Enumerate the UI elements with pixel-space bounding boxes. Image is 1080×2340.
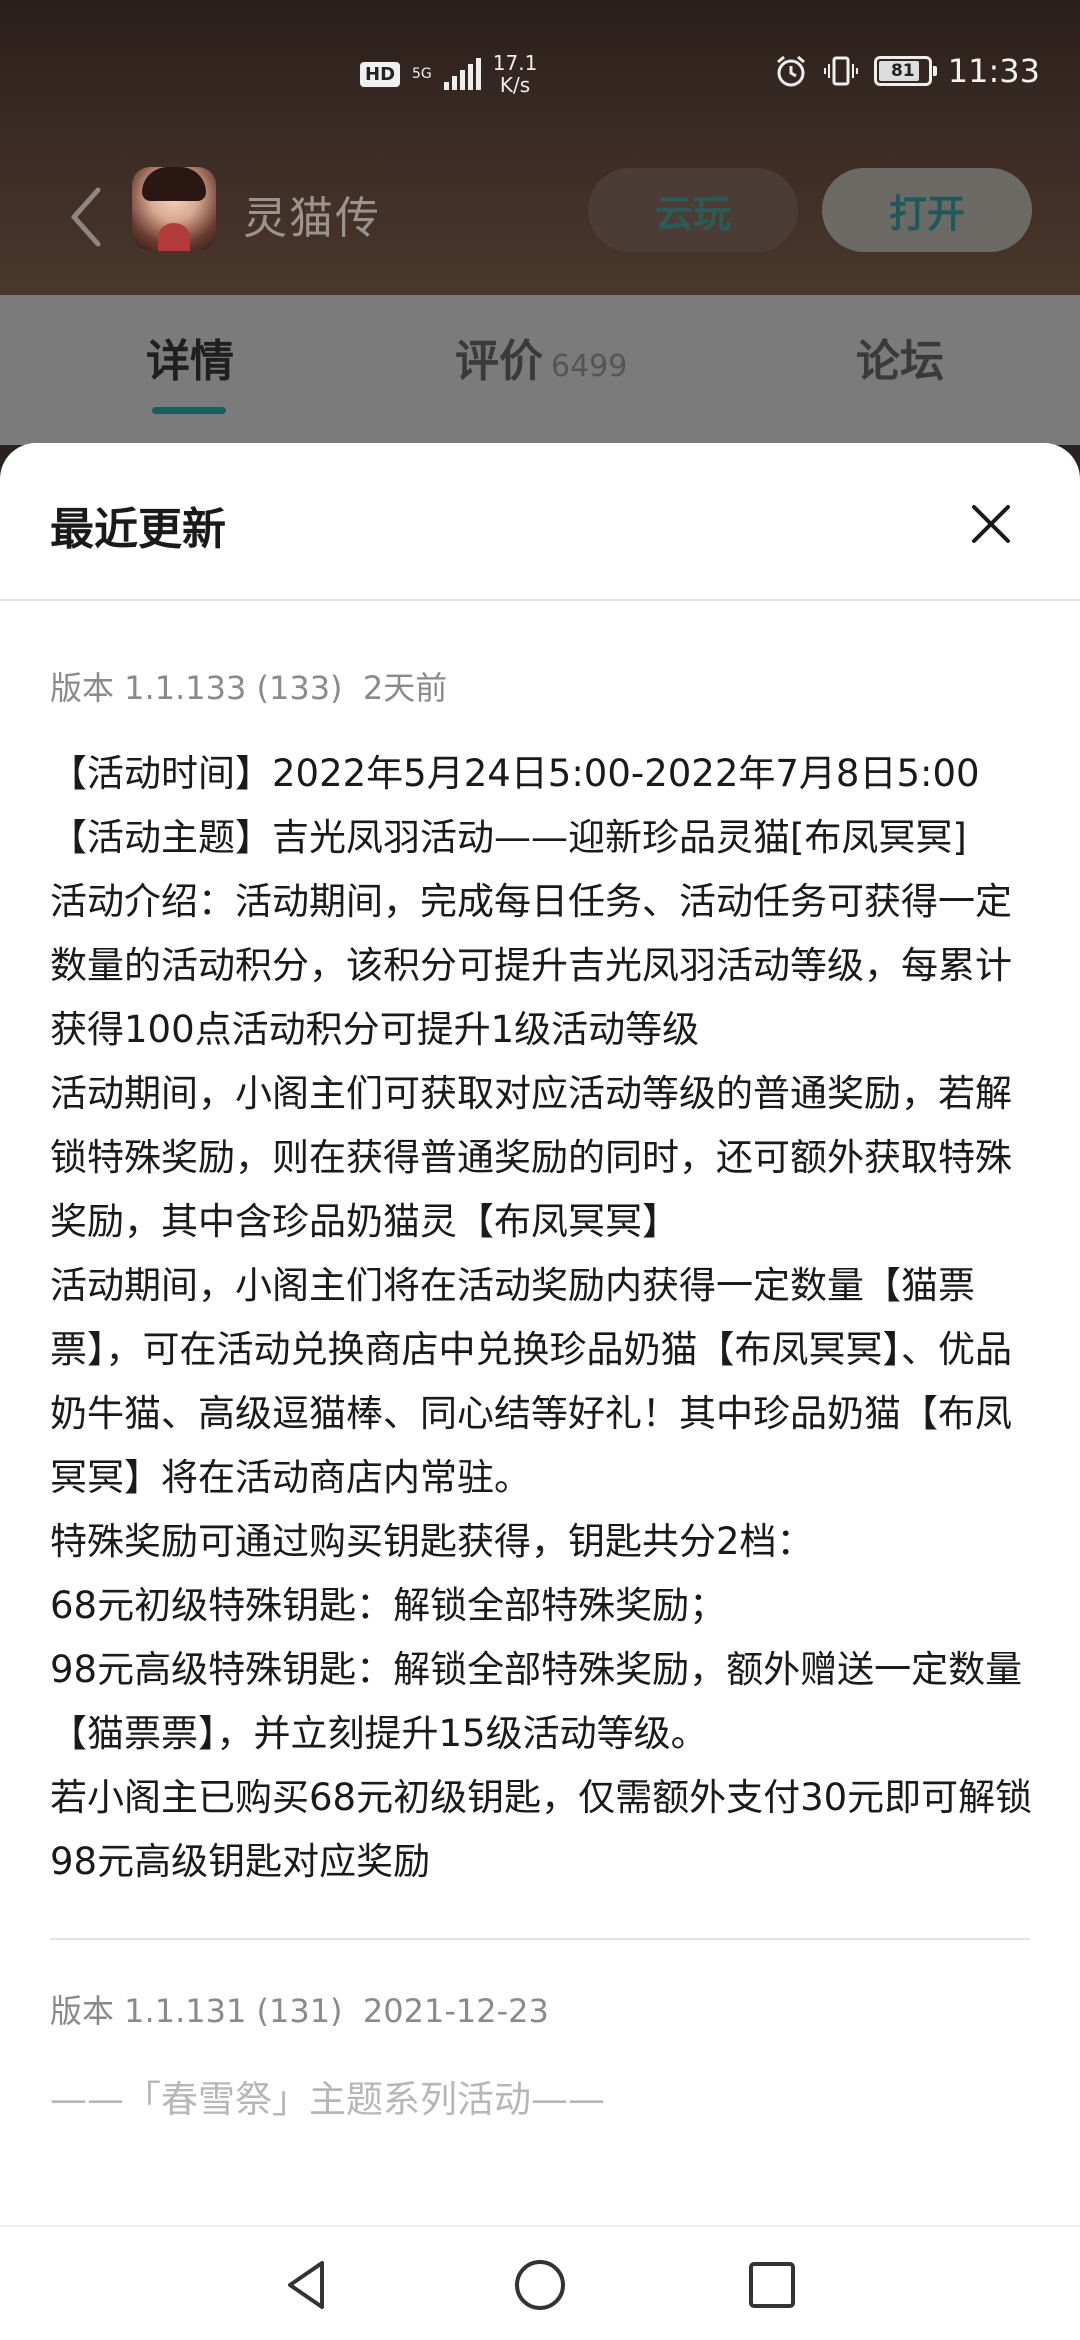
note-line: 活动介绍：活动期间，完成每日任务、活动任务可获得一定数量的活动积分，该积分可提升… [50, 880, 1012, 1051]
release-notes: 【活动时间】2022年5月24日5:00-2022年7月8日5:00 【活动主题… [50, 742, 1035, 1894]
tab-forum[interactable]: 论坛 [856, 325, 944, 389]
status-bar: HD 5G 17.1 K/s 81 11:33 [0, 0, 1080, 160]
divider [50, 1938, 1030, 1940]
nav-back-icon[interactable] [276, 2253, 340, 2317]
speed-value: 17.1 [492, 51, 538, 75]
version-date: 2021-12-23 [362, 1992, 549, 2030]
app-icon [132, 167, 216, 251]
status-right: 81 11:33 [774, 52, 1040, 90]
note-line: 特殊奖励可通过购买钥匙获得，钥匙共分2档： [50, 1520, 814, 1563]
open-button[interactable]: 打开 [822, 168, 1032, 252]
update-list[interactable]: 版本 1.1.133 (133) 2天前 【活动时间】2022年5月24日5:0… [50, 658, 1035, 2128]
version-header: 版本 1.1.131 (131) 2021-12-23 [50, 1986, 1035, 2036]
note-line: 【活动主题】吉光凤羽活动——迎新珍品灵猫[布凤冥冥] [50, 816, 967, 859]
signal-icon [443, 58, 481, 90]
speed-unit: K/s [499, 73, 531, 97]
back-arrow-icon[interactable] [62, 182, 108, 252]
tab-indicator [152, 407, 226, 414]
system-nav-bar [0, 2225, 1080, 2340]
alarm-icon [776, 55, 805, 87]
status-left: HD 5G 17.1 K/s [360, 52, 537, 96]
clock: 11:33 [947, 52, 1040, 90]
cloud-play-button[interactable]: 云玩 [588, 168, 798, 252]
reviews-count: 6499 [551, 349, 628, 384]
tab-details-label: 详情 [146, 336, 234, 387]
network-speed: 17.1 K/s [493, 52, 538, 96]
vibrate-icon [823, 56, 858, 86]
tab-bar: 详情 评价 6499 论坛 [0, 295, 1080, 445]
nav-home-icon[interactable] [508, 2253, 572, 2317]
note-line: 【活动时间】2022年5月24日5:00-2022年7月8日5:00 [50, 752, 980, 795]
note-line: 68元初级特殊钥匙：解锁全部特殊奖励； [50, 1584, 727, 1627]
app-name: 灵猫传 [243, 193, 381, 244]
tab-reviews-label: 评价 [455, 336, 543, 387]
tab-forum-label: 论坛 [856, 336, 944, 387]
note-line: 活动期间，小阁主们将在活动奖励内获得一定数量【猫票票】，可在活动兑换商店中兑换珍… [50, 1264, 1012, 1499]
note-line: 若小阁主已购买68元初级钥匙，仅需额外支付30元即可解锁98元高级钥匙对应奖励 [50, 1776, 1033, 1883]
app-header: HD 5G 17.1 K/s 81 11:33 灵猫传 云玩 打开 [0, 0, 1080, 295]
version-number: 版本 1.1.133 (133) [50, 669, 343, 707]
tab-reviews[interactable]: 评价 6499 [455, 325, 627, 389]
version-date: 2天前 [362, 669, 448, 707]
sheet-title: 最近更新 [50, 504, 226, 555]
note-line: 98元高级特殊钥匙：解锁全部特殊奖励，额外赠送一定数量【猫票票】，并立刻提升15… [50, 1648, 1023, 1755]
title-bar: 灵猫传 云玩 打开 [0, 160, 1080, 280]
battery-icon: 81 [873, 56, 937, 86]
release-notes-preview: ——「春雪祭」主题系列活动—— [50, 2078, 605, 2121]
note-line: 活动期间，小阁主们可获取对应活动等级的普通奖励，若解锁特殊奖励，则在获得普通奖励… [50, 1072, 1012, 1243]
version-header: 版本 1.1.133 (133) 2天前 [50, 658, 1035, 718]
network-type: 5G [412, 66, 432, 82]
tab-details[interactable]: 详情 [146, 325, 234, 389]
recent-updates-sheet: 最近更新 版本 1.1.133 (133) 2天前 【活动时间】2022年5月2… [0, 443, 1080, 2225]
version-number: 版本 1.1.131 (131) [50, 1992, 343, 2030]
close-icon[interactable] [956, 489, 1026, 559]
sheet-header: 最近更新 [0, 443, 1080, 601]
hd-badge: HD [360, 61, 401, 87]
nav-recents-icon[interactable] [740, 2253, 804, 2317]
battery-level: 81 [890, 61, 915, 81]
